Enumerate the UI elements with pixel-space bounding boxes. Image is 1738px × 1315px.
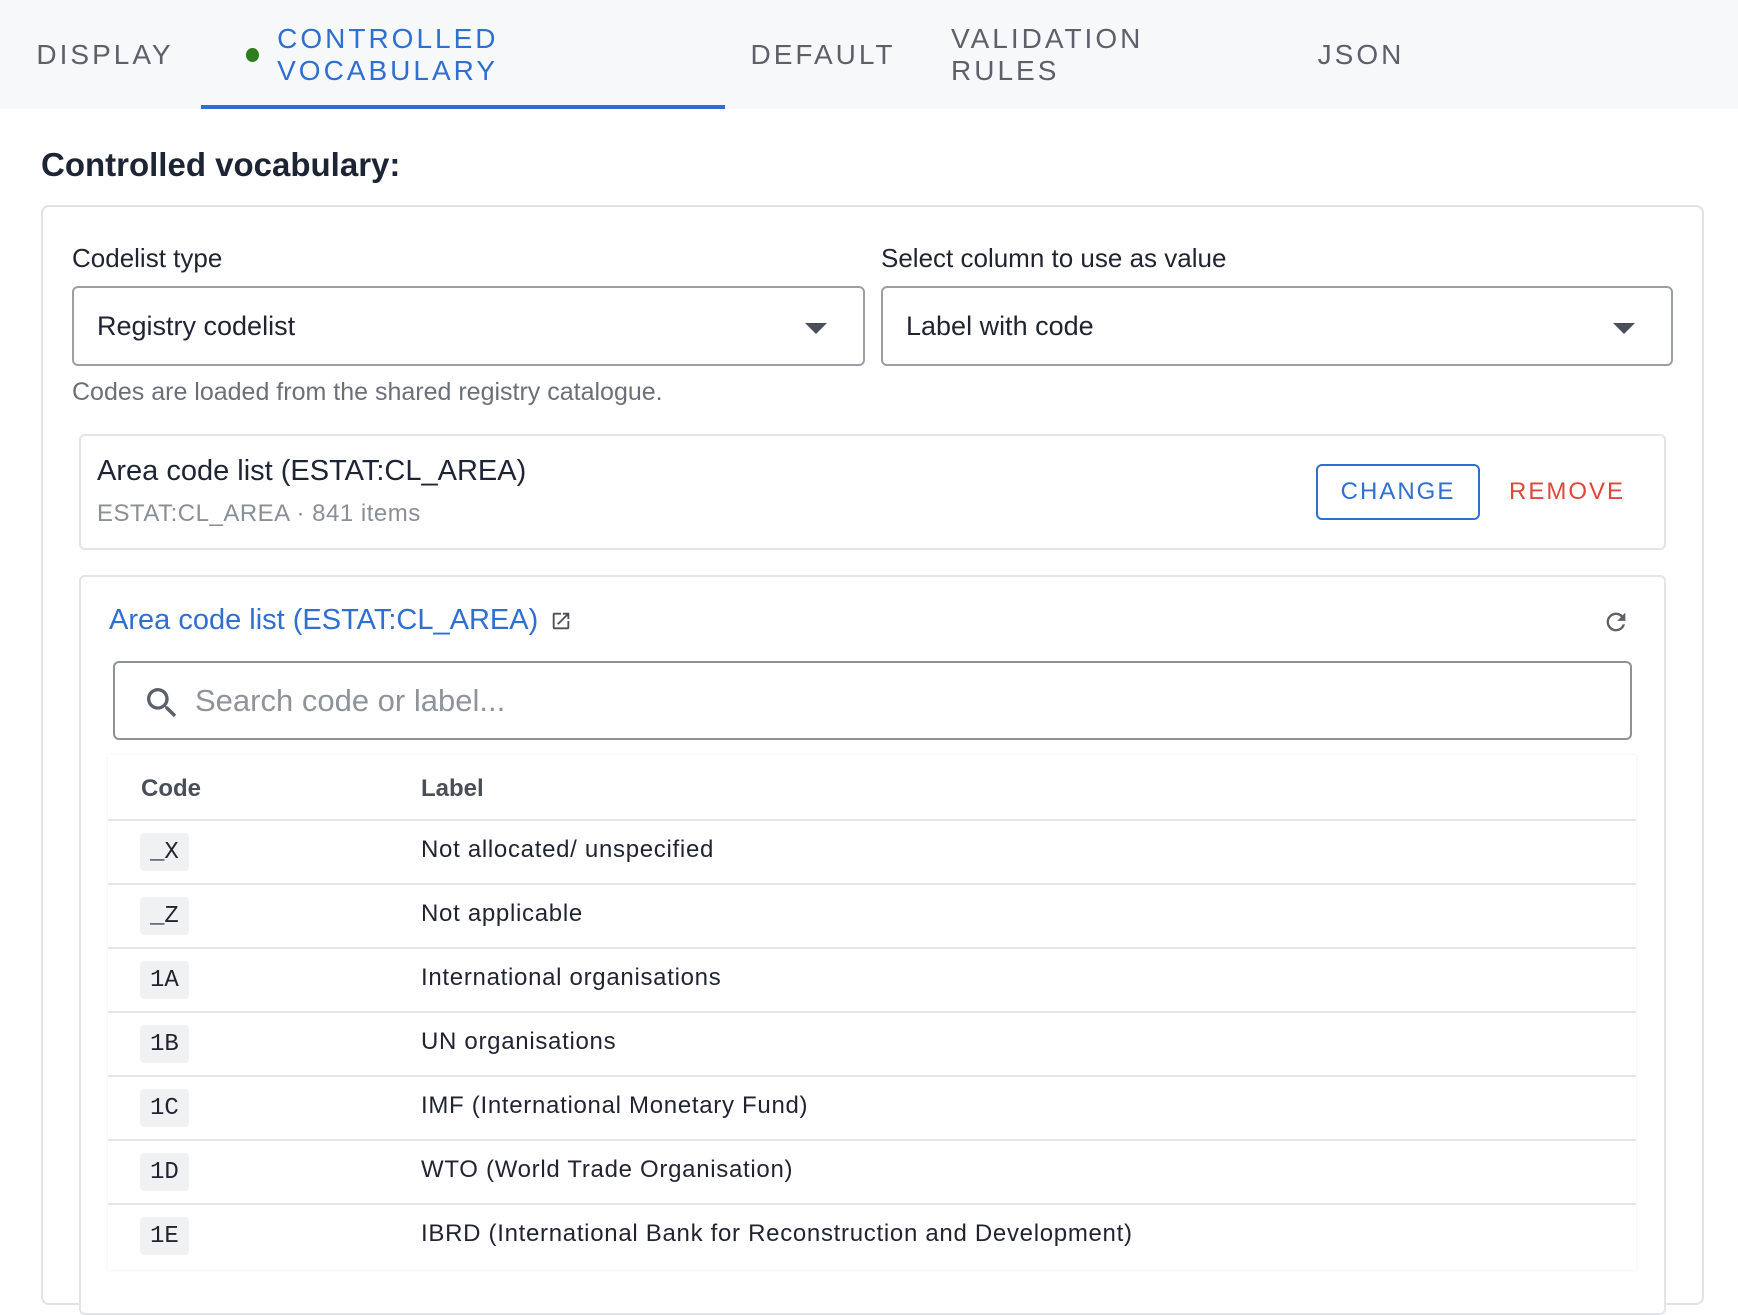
code-label: Not allocated/ unspecified [421,836,715,863]
codelist-type-label: Codelist type [72,243,223,273]
code-label: WTO (World Trade Organisation) [421,1156,794,1183]
table-row[interactable]: 1E IBRD (International Bank for Reconstr… [108,1203,1636,1267]
refresh-icon[interactable] [1601,607,1631,637]
code-chip: 1A [140,961,189,999]
table-row[interactable]: _X Not allocated/ unspecified [108,819,1636,883]
search-icon [142,683,182,723]
table-row[interactable]: 1C IMF (International Monetary Fund) [108,1075,1636,1139]
tab-label: DISPLAY [36,38,174,70]
search-input[interactable] [195,673,1615,729]
codelist-link[interactable]: Area code list (ESTAT:CL_AREA) [109,604,572,637]
tab-label: JSON [1317,38,1405,70]
code-chip: 1B [140,1025,189,1063]
selected-codelist-meta: ESTAT:CL_AREA · 841 items [97,500,421,527]
codelist-type-value: Registry codelist [97,310,296,341]
tab-label: VALIDATION RULES [951,22,1144,86]
status-dot-icon [246,47,260,62]
code-label: IBRD (International Bank for Reconstruct… [421,1220,1133,1247]
code-chip: _X [140,833,189,871]
table-row[interactable]: _Z Not applicable [108,883,1636,947]
dropdown-arrow-icon [1613,323,1635,334]
codelist-link-label: Area code list (ESTAT:CL_AREA) [109,604,539,636]
external-link-icon [550,610,572,632]
tab-label: DEFAULT [750,38,896,70]
remove-button[interactable]: REMOVE [1502,464,1632,520]
tab-default[interactable]: DEFAULT [751,0,893,109]
tab-display[interactable]: DISPLAY [36,0,170,109]
dropdown-arrow-icon [805,323,827,334]
code-chip: 1D [140,1153,189,1191]
table-row[interactable]: 1A International organisations [108,947,1636,1011]
code-label: UN organisations [421,1028,617,1055]
value-column-label: Select column to use as value [881,243,1227,273]
tab-bar: DISPLAY CONTROLLED VOCABULARY DEFAULT VA… [0,0,1738,109]
code-chip: _Z [140,897,189,935]
code-label: Not applicable [421,900,583,927]
column-header-label: Label [421,775,484,802]
tab-controlled-vocabulary[interactable]: CONTROLLED VOCABULARY [246,0,702,109]
codelist-type-select[interactable]: Registry codelist [72,286,865,366]
table-row[interactable]: 1D WTO (World Trade Organisation) [108,1139,1636,1203]
code-chip: 1E [140,1217,189,1255]
section-title: Controlled vocabulary: [41,146,401,183]
value-column-value: Label with code [906,310,1094,341]
change-button[interactable]: CHANGE [1316,464,1480,520]
column-header-code: Code [141,775,201,802]
table-row[interactable]: 1B UN organisations [108,1011,1636,1075]
code-chip: 1C [140,1089,189,1127]
selected-codelist-title: Area code list (ESTAT:CL_AREA) [97,455,527,487]
tab-label: CONTROLLED VOCABULARY [277,22,499,86]
helper-text: Codes are loaded from the shared registr… [72,378,663,406]
code-label: IMF (International Monetary Fund) [421,1092,809,1119]
code-label: International organisations [421,964,722,991]
tab-validation-rules[interactable]: VALIDATION RULES [951,0,1241,109]
tab-json[interactable]: JSON [1318,0,1404,109]
value-column-select[interactable]: Label with code [881,286,1673,366]
search-field[interactable] [113,661,1632,740]
